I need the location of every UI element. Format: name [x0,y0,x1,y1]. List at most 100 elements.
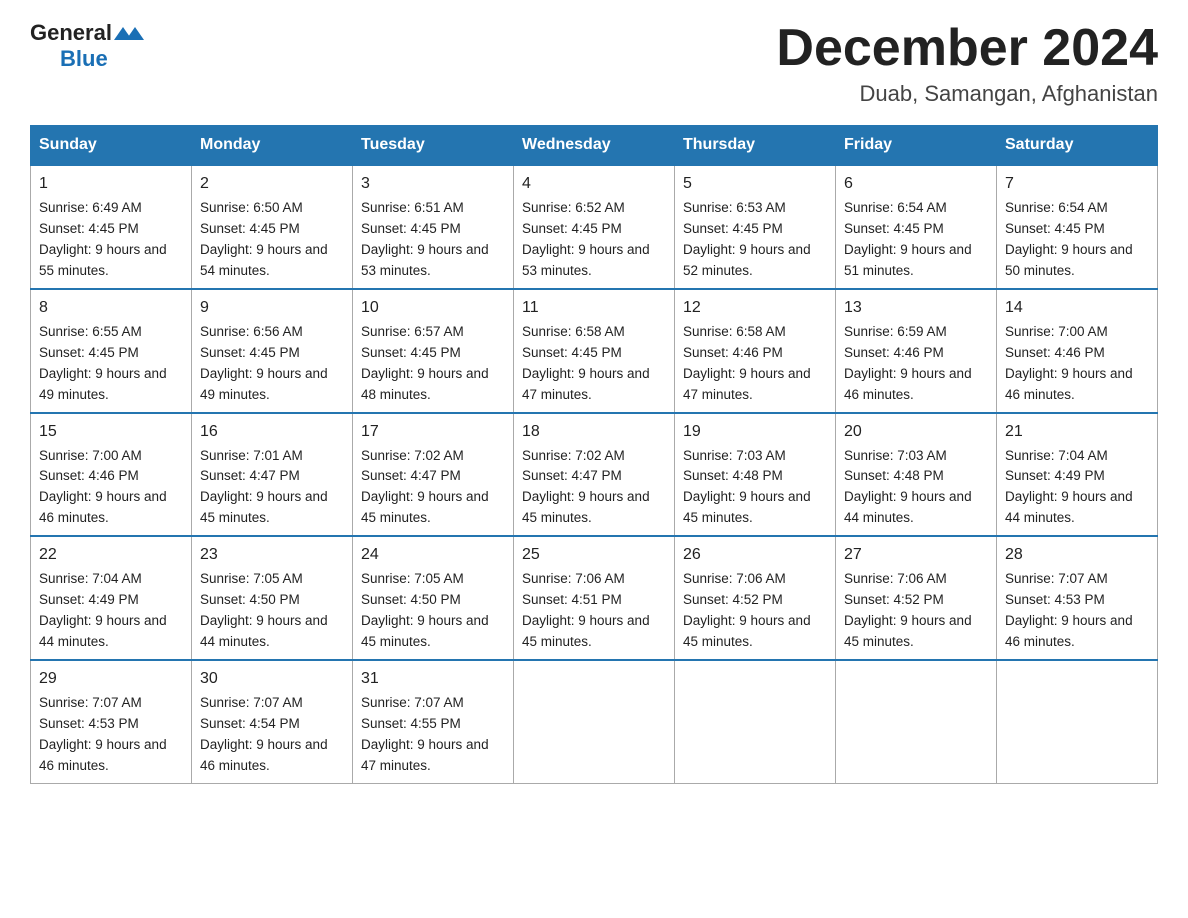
table-row: 15 Sunrise: 7:00 AMSunset: 4:46 PMDaylig… [31,413,192,537]
table-row: 24 Sunrise: 7:05 AMSunset: 4:50 PMDaylig… [353,536,514,660]
day-info: Sunrise: 6:54 AMSunset: 4:45 PMDaylight:… [844,200,972,278]
day-info: Sunrise: 7:02 AMSunset: 4:47 PMDaylight:… [361,448,489,526]
calendar-table: Sunday Monday Tuesday Wednesday Thursday… [30,125,1158,783]
day-info: Sunrise: 6:49 AMSunset: 4:45 PMDaylight:… [39,200,167,278]
day-number: 29 [39,667,183,691]
day-number: 13 [844,296,988,320]
day-number: 12 [683,296,827,320]
day-number: 23 [200,543,344,567]
day-info: Sunrise: 7:05 AMSunset: 4:50 PMDaylight:… [361,571,489,649]
day-number: 2 [200,172,344,196]
header-tuesday: Tuesday [353,126,514,166]
day-number: 19 [683,420,827,444]
location-title: Duab, Samangan, Afghanistan [776,81,1158,107]
day-info: Sunrise: 6:57 AMSunset: 4:45 PMDaylight:… [361,324,489,402]
table-row: 12 Sunrise: 6:58 AMSunset: 4:46 PMDaylig… [675,289,836,413]
day-number: 22 [39,543,183,567]
logo: General Blue [30,20,145,72]
day-number: 25 [522,543,666,567]
day-info: Sunrise: 7:04 AMSunset: 4:49 PMDaylight:… [1005,448,1133,526]
day-number: 11 [522,296,666,320]
day-info: Sunrise: 6:52 AMSunset: 4:45 PMDaylight:… [522,200,650,278]
day-number: 8 [39,296,183,320]
table-row: 5 Sunrise: 6:53 AMSunset: 4:45 PMDayligh… [675,165,836,289]
day-info: Sunrise: 7:06 AMSunset: 4:52 PMDaylight:… [683,571,811,649]
calendar-week-row: 8 Sunrise: 6:55 AMSunset: 4:45 PMDayligh… [31,289,1158,413]
day-number: 24 [361,543,505,567]
table-row: 18 Sunrise: 7:02 AMSunset: 4:47 PMDaylig… [514,413,675,537]
table-row [997,660,1158,783]
table-row: 3 Sunrise: 6:51 AMSunset: 4:45 PMDayligh… [353,165,514,289]
day-info: Sunrise: 7:07 AMSunset: 4:53 PMDaylight:… [39,695,167,773]
table-row: 8 Sunrise: 6:55 AMSunset: 4:45 PMDayligh… [31,289,192,413]
table-row: 20 Sunrise: 7:03 AMSunset: 4:48 PMDaylig… [836,413,997,537]
table-row: 31 Sunrise: 7:07 AMSunset: 4:55 PMDaylig… [353,660,514,783]
table-row: 29 Sunrise: 7:07 AMSunset: 4:53 PMDaylig… [31,660,192,783]
table-row: 21 Sunrise: 7:04 AMSunset: 4:49 PMDaylig… [997,413,1158,537]
day-number: 5 [683,172,827,196]
header-saturday: Saturday [997,126,1158,166]
table-row: 2 Sunrise: 6:50 AMSunset: 4:45 PMDayligh… [192,165,353,289]
day-info: Sunrise: 7:06 AMSunset: 4:51 PMDaylight:… [522,571,650,649]
day-number: 3 [361,172,505,196]
day-info: Sunrise: 7:02 AMSunset: 4:47 PMDaylight:… [522,448,650,526]
table-row: 30 Sunrise: 7:07 AMSunset: 4:54 PMDaylig… [192,660,353,783]
table-row: 11 Sunrise: 6:58 AMSunset: 4:45 PMDaylig… [514,289,675,413]
day-info: Sunrise: 6:59 AMSunset: 4:46 PMDaylight:… [844,324,972,402]
table-row: 23 Sunrise: 7:05 AMSunset: 4:50 PMDaylig… [192,536,353,660]
table-row [514,660,675,783]
title-area: December 2024 Duab, Samangan, Afghanista… [776,20,1158,107]
calendar-week-row: 29 Sunrise: 7:07 AMSunset: 4:53 PMDaylig… [31,660,1158,783]
table-row: 16 Sunrise: 7:01 AMSunset: 4:47 PMDaylig… [192,413,353,537]
day-number: 9 [200,296,344,320]
day-info: Sunrise: 7:01 AMSunset: 4:47 PMDaylight:… [200,448,328,526]
header-friday: Friday [836,126,997,166]
day-info: Sunrise: 7:00 AMSunset: 4:46 PMDaylight:… [39,448,167,526]
table-row: 10 Sunrise: 6:57 AMSunset: 4:45 PMDaylig… [353,289,514,413]
day-number: 28 [1005,543,1149,567]
header-sunday: Sunday [31,126,192,166]
table-row [836,660,997,783]
day-number: 26 [683,543,827,567]
day-number: 31 [361,667,505,691]
table-row: 14 Sunrise: 7:00 AMSunset: 4:46 PMDaylig… [997,289,1158,413]
month-title: December 2024 [776,20,1158,77]
header-monday: Monday [192,126,353,166]
day-info: Sunrise: 6:58 AMSunset: 4:45 PMDaylight:… [522,324,650,402]
day-number: 10 [361,296,505,320]
calendar-week-row: 15 Sunrise: 7:00 AMSunset: 4:46 PMDaylig… [31,413,1158,537]
day-info: Sunrise: 6:55 AMSunset: 4:45 PMDaylight:… [39,324,167,402]
day-info: Sunrise: 7:07 AMSunset: 4:53 PMDaylight:… [1005,571,1133,649]
day-number: 27 [844,543,988,567]
table-row: 26 Sunrise: 7:06 AMSunset: 4:52 PMDaylig… [675,536,836,660]
day-info: Sunrise: 6:53 AMSunset: 4:45 PMDaylight:… [683,200,811,278]
day-number: 17 [361,420,505,444]
day-info: Sunrise: 6:56 AMSunset: 4:45 PMDaylight:… [200,324,328,402]
day-number: 21 [1005,420,1149,444]
day-info: Sunrise: 7:03 AMSunset: 4:48 PMDaylight:… [844,448,972,526]
day-number: 14 [1005,296,1149,320]
calendar-header-row: Sunday Monday Tuesday Wednesday Thursday… [31,126,1158,166]
table-row: 6 Sunrise: 6:54 AMSunset: 4:45 PMDayligh… [836,165,997,289]
table-row [675,660,836,783]
table-row: 19 Sunrise: 7:03 AMSunset: 4:48 PMDaylig… [675,413,836,537]
table-row: 27 Sunrise: 7:06 AMSunset: 4:52 PMDaylig… [836,536,997,660]
day-info: Sunrise: 6:50 AMSunset: 4:45 PMDaylight:… [200,200,328,278]
day-info: Sunrise: 7:03 AMSunset: 4:48 PMDaylight:… [683,448,811,526]
day-number: 15 [39,420,183,444]
day-info: Sunrise: 6:54 AMSunset: 4:45 PMDaylight:… [1005,200,1133,278]
logo-general-text: General [30,20,112,46]
logo-blue-text: Blue [60,46,108,72]
header-wednesday: Wednesday [514,126,675,166]
calendar-week-row: 1 Sunrise: 6:49 AMSunset: 4:45 PMDayligh… [31,165,1158,289]
day-info: Sunrise: 7:04 AMSunset: 4:49 PMDaylight:… [39,571,167,649]
table-row: 25 Sunrise: 7:06 AMSunset: 4:51 PMDaylig… [514,536,675,660]
day-info: Sunrise: 7:00 AMSunset: 4:46 PMDaylight:… [1005,324,1133,402]
day-number: 30 [200,667,344,691]
header-thursday: Thursday [675,126,836,166]
table-row: 9 Sunrise: 6:56 AMSunset: 4:45 PMDayligh… [192,289,353,413]
header: General Blue December 2024 Duab, Samanga… [30,20,1158,107]
table-row: 22 Sunrise: 7:04 AMSunset: 4:49 PMDaylig… [31,536,192,660]
day-info: Sunrise: 7:06 AMSunset: 4:52 PMDaylight:… [844,571,972,649]
table-row: 13 Sunrise: 6:59 AMSunset: 4:46 PMDaylig… [836,289,997,413]
